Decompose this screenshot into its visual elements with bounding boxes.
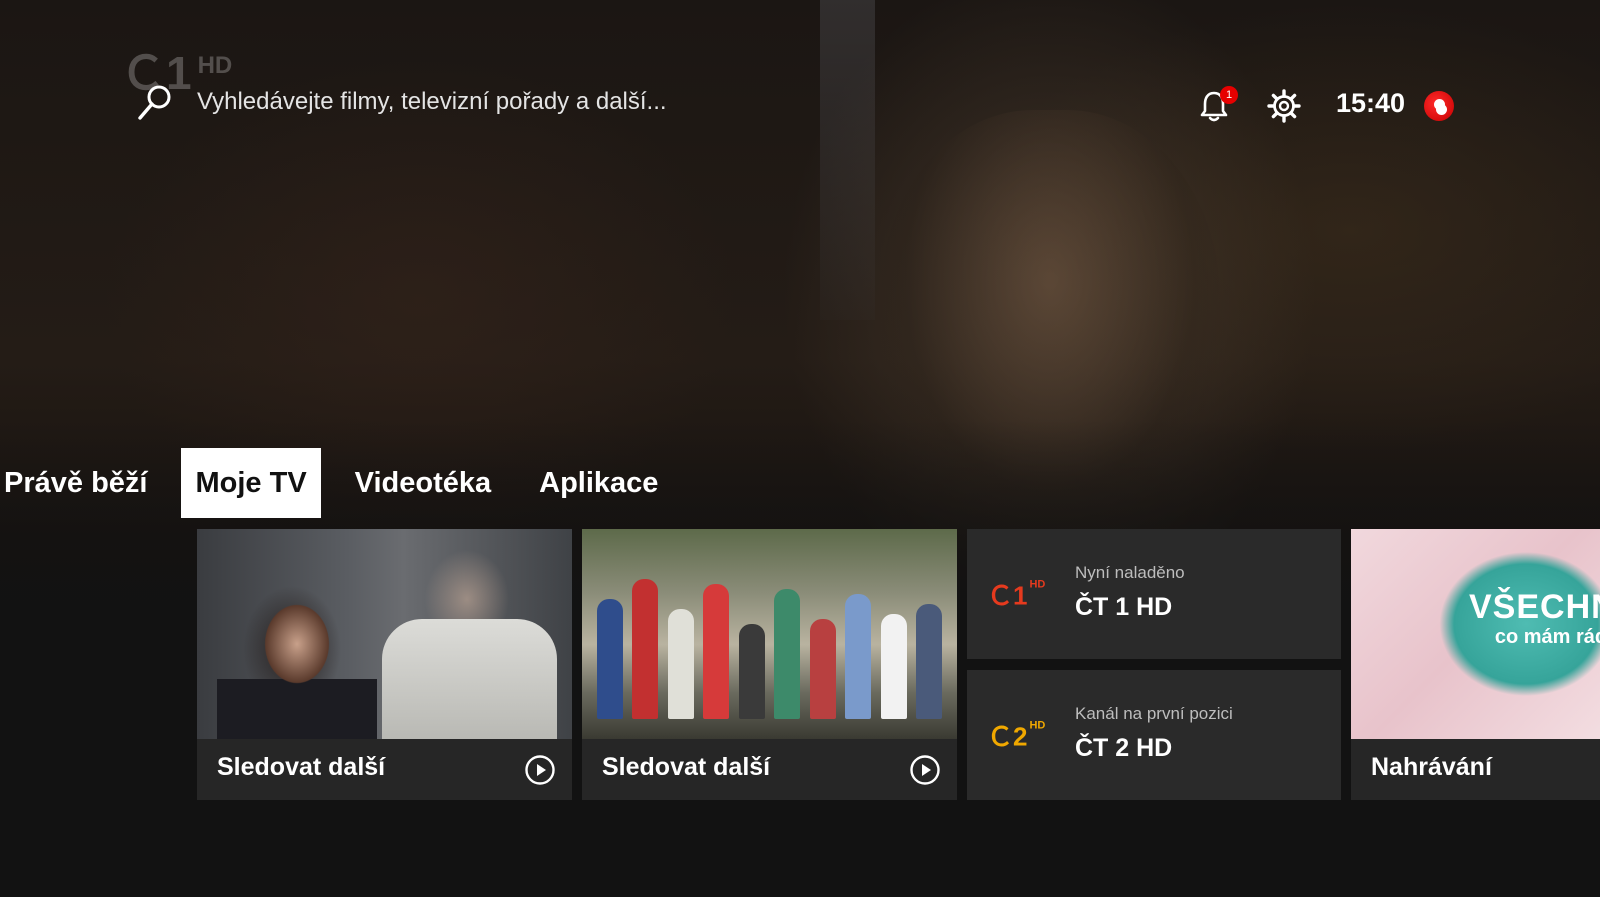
ct1-logo-hd: HD <box>1029 578 1046 591</box>
channel-watermark-hd: HD <box>197 52 233 79</box>
tab-moje-tv[interactable]: Moje TV <box>181 448 321 518</box>
recordings-label: Nahrávání <box>1371 753 1492 781</box>
channel-card-tuned[interactable]: Ｃ1 HD Nyní naladěno ČT 1 HD <box>967 529 1341 659</box>
ct2-logo-mark: Ｃ2 <box>987 721 1028 752</box>
ct2-logo-hd: HD <box>1029 719 1046 732</box>
continue-watching-card[interactable]: Sledovat další <box>197 529 572 800</box>
continue-watching-label: Sledovat další <box>217 753 386 781</box>
notification-badge: 1 <box>1220 86 1238 104</box>
channel-card-name: ČT 1 HD <box>1075 593 1173 621</box>
tv-home-screen: Ｃ1 HD Vyhledávejte filmy, televizní pořa… <box>0 0 1600 897</box>
play-icon[interactable] <box>909 754 941 786</box>
recordings-card[interactable]: VŠECHNO co mám ráda Nahrávání <box>1351 529 1600 800</box>
tab-prave-bezi[interactable]: Právě běží <box>0 448 161 518</box>
background-video <box>820 0 875 320</box>
continue-watching-thumbnail <box>582 529 957 739</box>
channel-card-first-position[interactable]: Ｃ2 HD Kanál na první pozici ČT 2 HD <box>967 670 1341 800</box>
channel-card-subtitle: Nyní naladěno <box>1075 563 1185 582</box>
tab-videoteka[interactable]: Videotéka <box>341 448 505 518</box>
settings-icon[interactable] <box>1266 88 1302 124</box>
ct2-logo: Ｃ2 HD <box>987 717 1045 754</box>
channel-card-name: ČT 2 HD <box>1075 734 1173 762</box>
ct1-logo-mark: Ｃ1 <box>987 580 1028 611</box>
recordings-thumbnail: VŠECHNO co mám ráda <box>1351 529 1600 739</box>
main-tabs: Právě běží Moje TV Videotéka Aplikace <box>0 448 692 518</box>
search-input[interactable]: Vyhledávejte filmy, televizní pořady a d… <box>197 88 667 116</box>
search-bar[interactable]: Vyhledávejte filmy, televizní pořady a d… <box>135 82 667 122</box>
vodafone-logo <box>1424 91 1454 121</box>
continue-watching-label: Sledovat další <box>602 753 771 781</box>
recordings-art-text: VŠECHNO co mám ráda <box>1469 588 1600 649</box>
channel-card-subtitle: Kanál na první pozici <box>1075 704 1233 723</box>
continue-watching-card[interactable]: Sledovat další <box>582 529 957 800</box>
continue-watching-thumbnail <box>197 529 572 739</box>
recordings-art-title: VŠECHNO <box>1469 588 1600 626</box>
play-icon[interactable] <box>524 754 556 786</box>
recordings-art-subtitle: co mám ráda <box>1494 626 1600 649</box>
search-icon <box>138 85 171 120</box>
clock: 15:40 <box>1336 88 1406 118</box>
tab-aplikace[interactable]: Aplikace <box>525 448 672 518</box>
ct1-logo: Ｃ1 HD <box>987 576 1045 613</box>
